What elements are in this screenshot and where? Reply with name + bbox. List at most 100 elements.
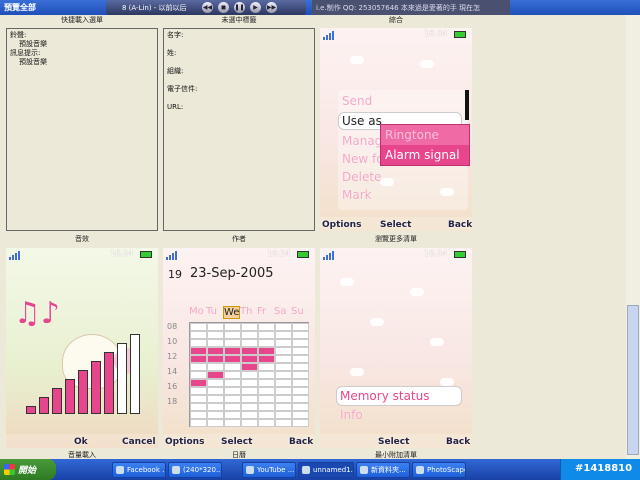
calendar-cell[interactable] bbox=[190, 323, 207, 331]
calendar-cell[interactable] bbox=[190, 403, 207, 411]
calendar-cell[interactable] bbox=[275, 379, 292, 387]
calendar-cell[interactable] bbox=[275, 419, 292, 427]
calendar-cell[interactable] bbox=[258, 363, 275, 371]
calendar-cell[interactable] bbox=[292, 355, 309, 363]
calendar-cell[interactable] bbox=[190, 339, 207, 347]
calendar-cell[interactable] bbox=[224, 379, 241, 387]
calendar-cell[interactable] bbox=[292, 395, 309, 403]
calendar-cell[interactable] bbox=[275, 363, 292, 371]
calendar-cell[interactable] bbox=[292, 363, 309, 371]
calendar-cell[interactable] bbox=[275, 339, 292, 347]
calendar-cell[interactable] bbox=[207, 371, 224, 379]
media-player-bar[interactable]: 8 (A-Lin) - 以前以后 ◀◀ ◼ ❚❚ ▶ ▶▶ bbox=[106, 0, 306, 15]
calendar-cell[interactable] bbox=[292, 371, 309, 379]
player-next-button[interactable]: ▶▶ bbox=[266, 2, 277, 13]
calendar-cell[interactable] bbox=[292, 339, 309, 347]
calendar-cell[interactable] bbox=[275, 355, 292, 363]
start-button[interactable]: 開始 bbox=[0, 459, 56, 480]
calendar-cell[interactable] bbox=[241, 403, 258, 411]
softkey-back[interactable]: Back bbox=[289, 437, 313, 447]
calendar-cell[interactable] bbox=[207, 339, 224, 347]
softkey-back[interactable]: Back bbox=[446, 437, 470, 447]
menu-item-new-folder[interactable]: New fo bbox=[342, 152, 384, 166]
calendar-cell[interactable] bbox=[224, 411, 241, 419]
calendar-cell[interactable] bbox=[190, 347, 207, 355]
calendar-cell[interactable] bbox=[292, 331, 309, 339]
calendar-cell[interactable] bbox=[224, 347, 241, 355]
menu-item-info[interactable]: Info bbox=[340, 408, 363, 422]
scrollbar-thumb[interactable] bbox=[627, 305, 639, 455]
calendar-cell[interactable] bbox=[241, 339, 258, 347]
calendar-cell[interactable] bbox=[190, 387, 207, 395]
softkey-select[interactable]: Select bbox=[378, 437, 409, 447]
calendar-cell[interactable] bbox=[275, 387, 292, 395]
calendar-cell[interactable] bbox=[241, 347, 258, 355]
calendar-cell[interactable] bbox=[207, 395, 224, 403]
calendar-cell[interactable] bbox=[258, 419, 275, 427]
softkey-options[interactable]: Options bbox=[165, 437, 204, 447]
softkey-options[interactable]: Options bbox=[322, 220, 361, 230]
taskbar-button-new-folder[interactable]: 新資料夾... bbox=[356, 462, 410, 478]
calendar-cell[interactable] bbox=[224, 339, 241, 347]
calendar-cell[interactable] bbox=[258, 339, 275, 347]
calendar-cell[interactable] bbox=[241, 355, 258, 363]
calendar-cell[interactable] bbox=[224, 395, 241, 403]
calendar-cell[interactable] bbox=[190, 379, 207, 387]
menu-item-send[interactable]: Send bbox=[342, 94, 372, 108]
taskbar-button-photoscape[interactable]: PhotoScape bbox=[412, 462, 466, 478]
menu-scrollbar[interactable] bbox=[465, 90, 469, 120]
calendar-cell[interactable] bbox=[258, 323, 275, 331]
calendar-cell[interactable] bbox=[224, 323, 241, 331]
calendar-cell[interactable] bbox=[258, 387, 275, 395]
calendar-cell[interactable] bbox=[258, 331, 275, 339]
player-stop-button[interactable]: ◼ bbox=[218, 2, 229, 13]
calendar-cell[interactable] bbox=[241, 419, 258, 427]
calendar-cell[interactable] bbox=[207, 355, 224, 363]
calendar-cell[interactable] bbox=[241, 363, 258, 371]
calendar-cell[interactable] bbox=[224, 355, 241, 363]
calendar-cell[interactable] bbox=[190, 411, 207, 419]
player-play-button[interactable]: ▶ bbox=[250, 2, 261, 13]
calendar-cell[interactable] bbox=[190, 355, 207, 363]
submenu-alarm-signal[interactable]: Alarm signal bbox=[385, 148, 460, 162]
calendar-cell[interactable] bbox=[224, 419, 241, 427]
softkey-cancel[interactable]: Cancel bbox=[122, 437, 156, 447]
taskbar-button-240x320[interactable]: (240*320... bbox=[168, 462, 222, 478]
calendar-cell[interactable] bbox=[292, 419, 309, 427]
calendar-cell[interactable] bbox=[292, 379, 309, 387]
calendar-grid[interactable] bbox=[189, 322, 309, 427]
calendar-cell[interactable] bbox=[190, 331, 207, 339]
vertical-scrollbar[interactable] bbox=[626, 15, 640, 459]
calendar-cell[interactable] bbox=[275, 395, 292, 403]
calendar-cell[interactable] bbox=[275, 347, 292, 355]
calendar-cell[interactable] bbox=[207, 323, 224, 331]
calendar-cell[interactable] bbox=[275, 371, 292, 379]
calendar-cell[interactable] bbox=[241, 371, 258, 379]
calendar-cell[interactable] bbox=[207, 403, 224, 411]
calendar-cell[interactable] bbox=[241, 379, 258, 387]
menu-item-memory-status[interactable]: Memory status bbox=[340, 389, 430, 403]
calendar-cell[interactable] bbox=[292, 403, 309, 411]
calendar-cell[interactable] bbox=[224, 331, 241, 339]
calendar-cell[interactable] bbox=[241, 411, 258, 419]
taskbar-button-unnamed1[interactable]: unnamed1... bbox=[298, 462, 354, 478]
calendar-cell[interactable] bbox=[207, 331, 224, 339]
calendar-cell[interactable] bbox=[275, 411, 292, 419]
calendar-cell[interactable] bbox=[207, 387, 224, 395]
calendar-cell[interactable] bbox=[258, 355, 275, 363]
calendar-cell[interactable] bbox=[224, 403, 241, 411]
menu-item-use-as[interactable]: Use as bbox=[342, 114, 382, 128]
calendar-cell[interactable] bbox=[207, 419, 224, 427]
calendar-cell[interactable] bbox=[258, 347, 275, 355]
player-pause-button[interactable]: ❚❚ bbox=[234, 2, 245, 13]
calendar-cell[interactable] bbox=[241, 395, 258, 403]
calendar-cell[interactable] bbox=[241, 323, 258, 331]
calendar-cell[interactable] bbox=[190, 371, 207, 379]
calendar-cell[interactable] bbox=[241, 387, 258, 395]
calendar-cell[interactable] bbox=[258, 371, 275, 379]
calendar-cell[interactable] bbox=[207, 347, 224, 355]
softkey-ok[interactable]: Ok bbox=[74, 437, 88, 447]
taskbar-button-facebook[interactable]: Facebook ... bbox=[112, 462, 166, 478]
calendar-cell[interactable] bbox=[224, 371, 241, 379]
calendar-cell[interactable] bbox=[190, 363, 207, 371]
